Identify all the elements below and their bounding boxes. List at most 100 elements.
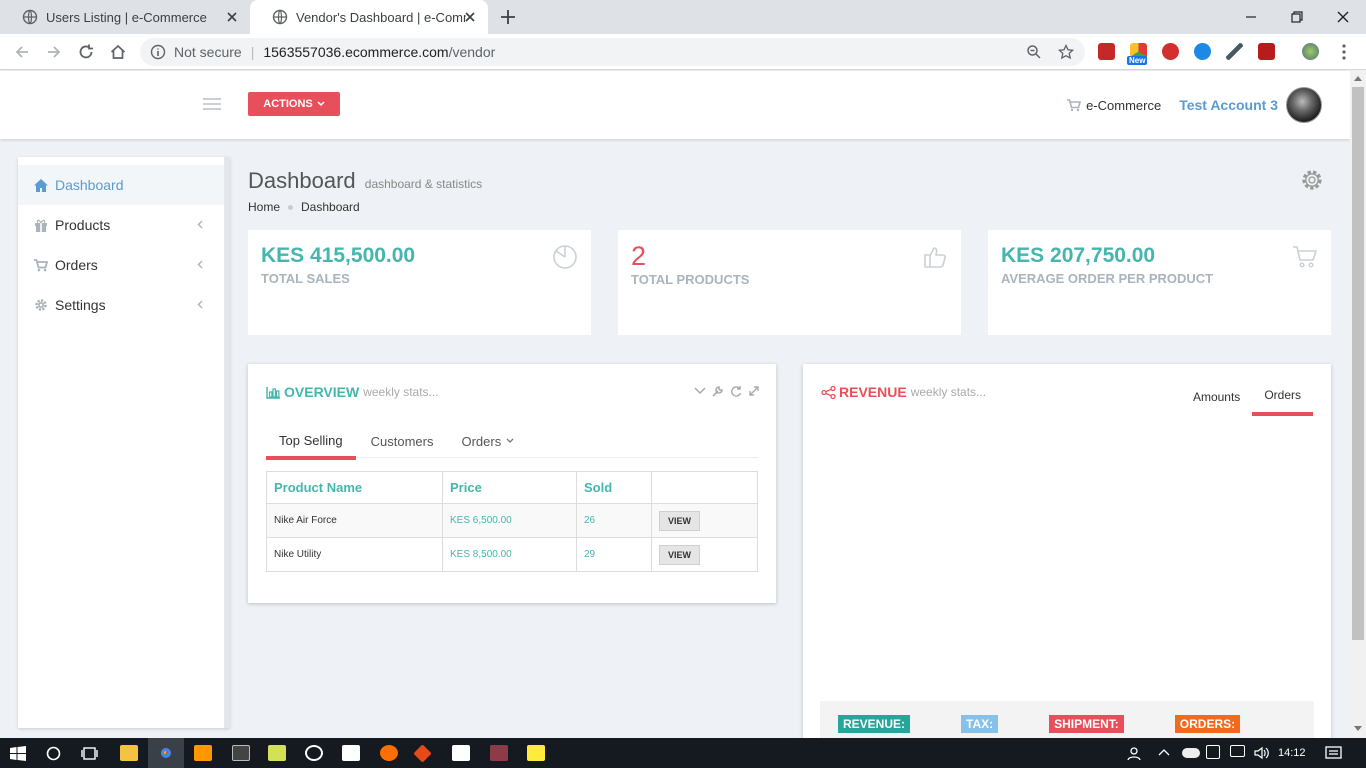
- address-bar[interactable]: Not secure | 1563557036.ecommerce.com/ve…: [140, 38, 1085, 66]
- task-view-icon[interactable]: [81, 746, 98, 761]
- store-bag-icon[interactable]: [452, 745, 470, 761]
- search-circle-icon[interactable]: [46, 746, 61, 761]
- sticky-notes-icon[interactable]: [527, 745, 545, 761]
- reload-icon[interactable]: [730, 385, 742, 397]
- media-player-icon[interactable]: [268, 745, 286, 761]
- gift-icon: [35, 219, 47, 232]
- menu-dots-icon[interactable]: [1336, 43, 1352, 61]
- stat-label: TOTAL SALES: [261, 271, 350, 286]
- theme-settings-gear-icon[interactable]: [1300, 168, 1324, 192]
- target-app-icon[interactable]: [305, 745, 323, 761]
- back-arrow-icon[interactable]: [13, 43, 31, 61]
- pdf-extension-icon[interactable]: [1258, 43, 1275, 60]
- breadcrumb-home[interactable]: Home: [248, 200, 280, 214]
- minimize-window-icon[interactable]: [1240, 6, 1262, 28]
- tax-badge: TAX:: [961, 715, 999, 733]
- people-icon[interactable]: [1127, 746, 1143, 761]
- view-button[interactable]: VIEW: [659, 544, 701, 565]
- fullscreen-icon[interactable]: [748, 385, 760, 397]
- stat-value: 2: [631, 241, 647, 271]
- app-header: ACTIONS e-Commerce Test Account 3: [0, 71, 1350, 139]
- collapse-chevron-icon[interactable]: [694, 385, 706, 397]
- bookmark-star-icon[interactable]: [1058, 44, 1074, 60]
- network-icon[interactable]: [1230, 745, 1245, 757]
- notifications-icon[interactable]: [1325, 746, 1342, 761]
- command-prompt-icon[interactable]: [232, 745, 250, 761]
- revenue-title: REVENUE weekly stats...: [821, 384, 986, 400]
- stat-total-products: 2 TOTAL PRODUCTS: [618, 230, 961, 335]
- tab-title: Users Listing | e-Commerce: [46, 9, 207, 25]
- chrome-taskbar-slot[interactable]: [148, 738, 184, 768]
- overview-title-text: OVERVIEW: [284, 384, 360, 400]
- tab-orders[interactable]: Orders: [1252, 378, 1313, 416]
- chevron-left-icon: [197, 260, 203, 269]
- extension-blue-icon[interactable]: [1194, 43, 1211, 60]
- close-window-icon[interactable]: [1332, 6, 1354, 28]
- shop-link[interactable]: e-Commerce: [1067, 98, 1161, 113]
- eyedropper-icon[interactable]: [1226, 43, 1243, 60]
- close-tab-icon[interactable]: [462, 9, 478, 25]
- file-explorer-icon[interactable]: [120, 745, 138, 761]
- zoom-icon[interactable]: [1026, 44, 1042, 60]
- extension-red-icon[interactable]: [1098, 43, 1115, 60]
- mail-icon[interactable]: [342, 745, 360, 761]
- breadcrumb-current: Dashboard: [301, 200, 360, 214]
- share-icon: [821, 385, 836, 399]
- reload-icon[interactable]: [77, 43, 95, 61]
- chevron-down-icon: [506, 438, 514, 443]
- extension-badge: New: [1127, 56, 1148, 65]
- tab-top-selling[interactable]: Top Selling: [266, 424, 356, 460]
- thumbs-up-icon: [924, 247, 946, 268]
- user-name[interactable]: Test Account 3: [1179, 97, 1278, 113]
- wrench-icon[interactable]: [712, 385, 724, 397]
- extension-yab-icon[interactable]: [1162, 43, 1179, 60]
- browser-tab-users-listing[interactable]: Users Listing | e-Commerce: [0, 0, 250, 34]
- scroll-down-arrow-icon[interactable]: [1354, 726, 1362, 732]
- tab-amounts[interactable]: Amounts: [1181, 378, 1252, 416]
- chevron-up-icon[interactable]: [1158, 748, 1170, 756]
- forward-arrow-icon[interactable]: [45, 43, 63, 61]
- breadcrumb: Home Dashboard: [248, 200, 360, 214]
- info-icon[interactable]: [150, 44, 166, 60]
- git-icon[interactable]: [413, 744, 432, 763]
- home-icon: [34, 178, 48, 192]
- sidebar-item-products[interactable]: Products: [18, 205, 224, 245]
- sidebar-item-orders[interactable]: Orders: [18, 245, 224, 285]
- scroll-up-arrow-icon[interactable]: [1354, 75, 1362, 81]
- globe-icon: [272, 9, 288, 25]
- profile-avatar-icon[interactable]: [1302, 43, 1319, 60]
- windows-start-icon[interactable]: [10, 746, 26, 761]
- product-price: KES 6,500.00: [442, 503, 577, 538]
- new-tab-plus-icon[interactable]: [498, 7, 518, 27]
- avatar[interactable]: [1286, 87, 1322, 123]
- tab-orders[interactable]: Orders: [448, 424, 527, 458]
- product-sold: 29: [576, 537, 652, 572]
- home-icon[interactable]: [109, 43, 127, 61]
- scrollbar-thumb[interactable]: [1352, 87, 1364, 640]
- close-tab-icon[interactable]: [224, 9, 240, 25]
- onedrive-icon[interactable]: [1182, 748, 1200, 758]
- overview-tabs: Top Selling Customers Orders: [266, 424, 758, 460]
- volume-icon[interactable]: [1254, 746, 1270, 760]
- sidebar-item-settings[interactable]: Settings: [18, 285, 224, 325]
- view-button[interactable]: VIEW: [659, 510, 701, 531]
- browser-tab-vendor-dashboard[interactable]: Vendor's Dashboard | e-Commerce: [250, 0, 488, 34]
- hamburger-menu-icon[interactable]: [202, 96, 222, 112]
- sidebar-item-dashboard[interactable]: Dashboard: [18, 165, 224, 205]
- system-clock[interactable]: 14:12: [1278, 738, 1306, 768]
- restore-window-icon[interactable]: [1286, 6, 1308, 28]
- search-tool-icon[interactable]: [380, 745, 398, 761]
- revenue-title-text: REVENUE: [839, 384, 907, 400]
- column-header: Price: [442, 471, 577, 504]
- sublime-text-icon[interactable]: [194, 745, 212, 761]
- actions-dropdown-button[interactable]: ACTIONS: [248, 92, 340, 116]
- overview-title: OVERVIEW weekly stats...: [266, 384, 439, 400]
- app-icon[interactable]: [490, 745, 508, 761]
- sidebar-item-label: Dashboard: [55, 177, 124, 193]
- security-status[interactable]: Not secure: [174, 44, 242, 60]
- tab-customers[interactable]: Customers: [358, 424, 447, 458]
- language-icon[interactable]: [1206, 745, 1220, 759]
- sidebar-item-label: Products: [55, 217, 111, 233]
- page-scrollbar[interactable]: [1350, 71, 1366, 738]
- sidebar: Dashboard Products Orders Settings: [18, 157, 230, 728]
